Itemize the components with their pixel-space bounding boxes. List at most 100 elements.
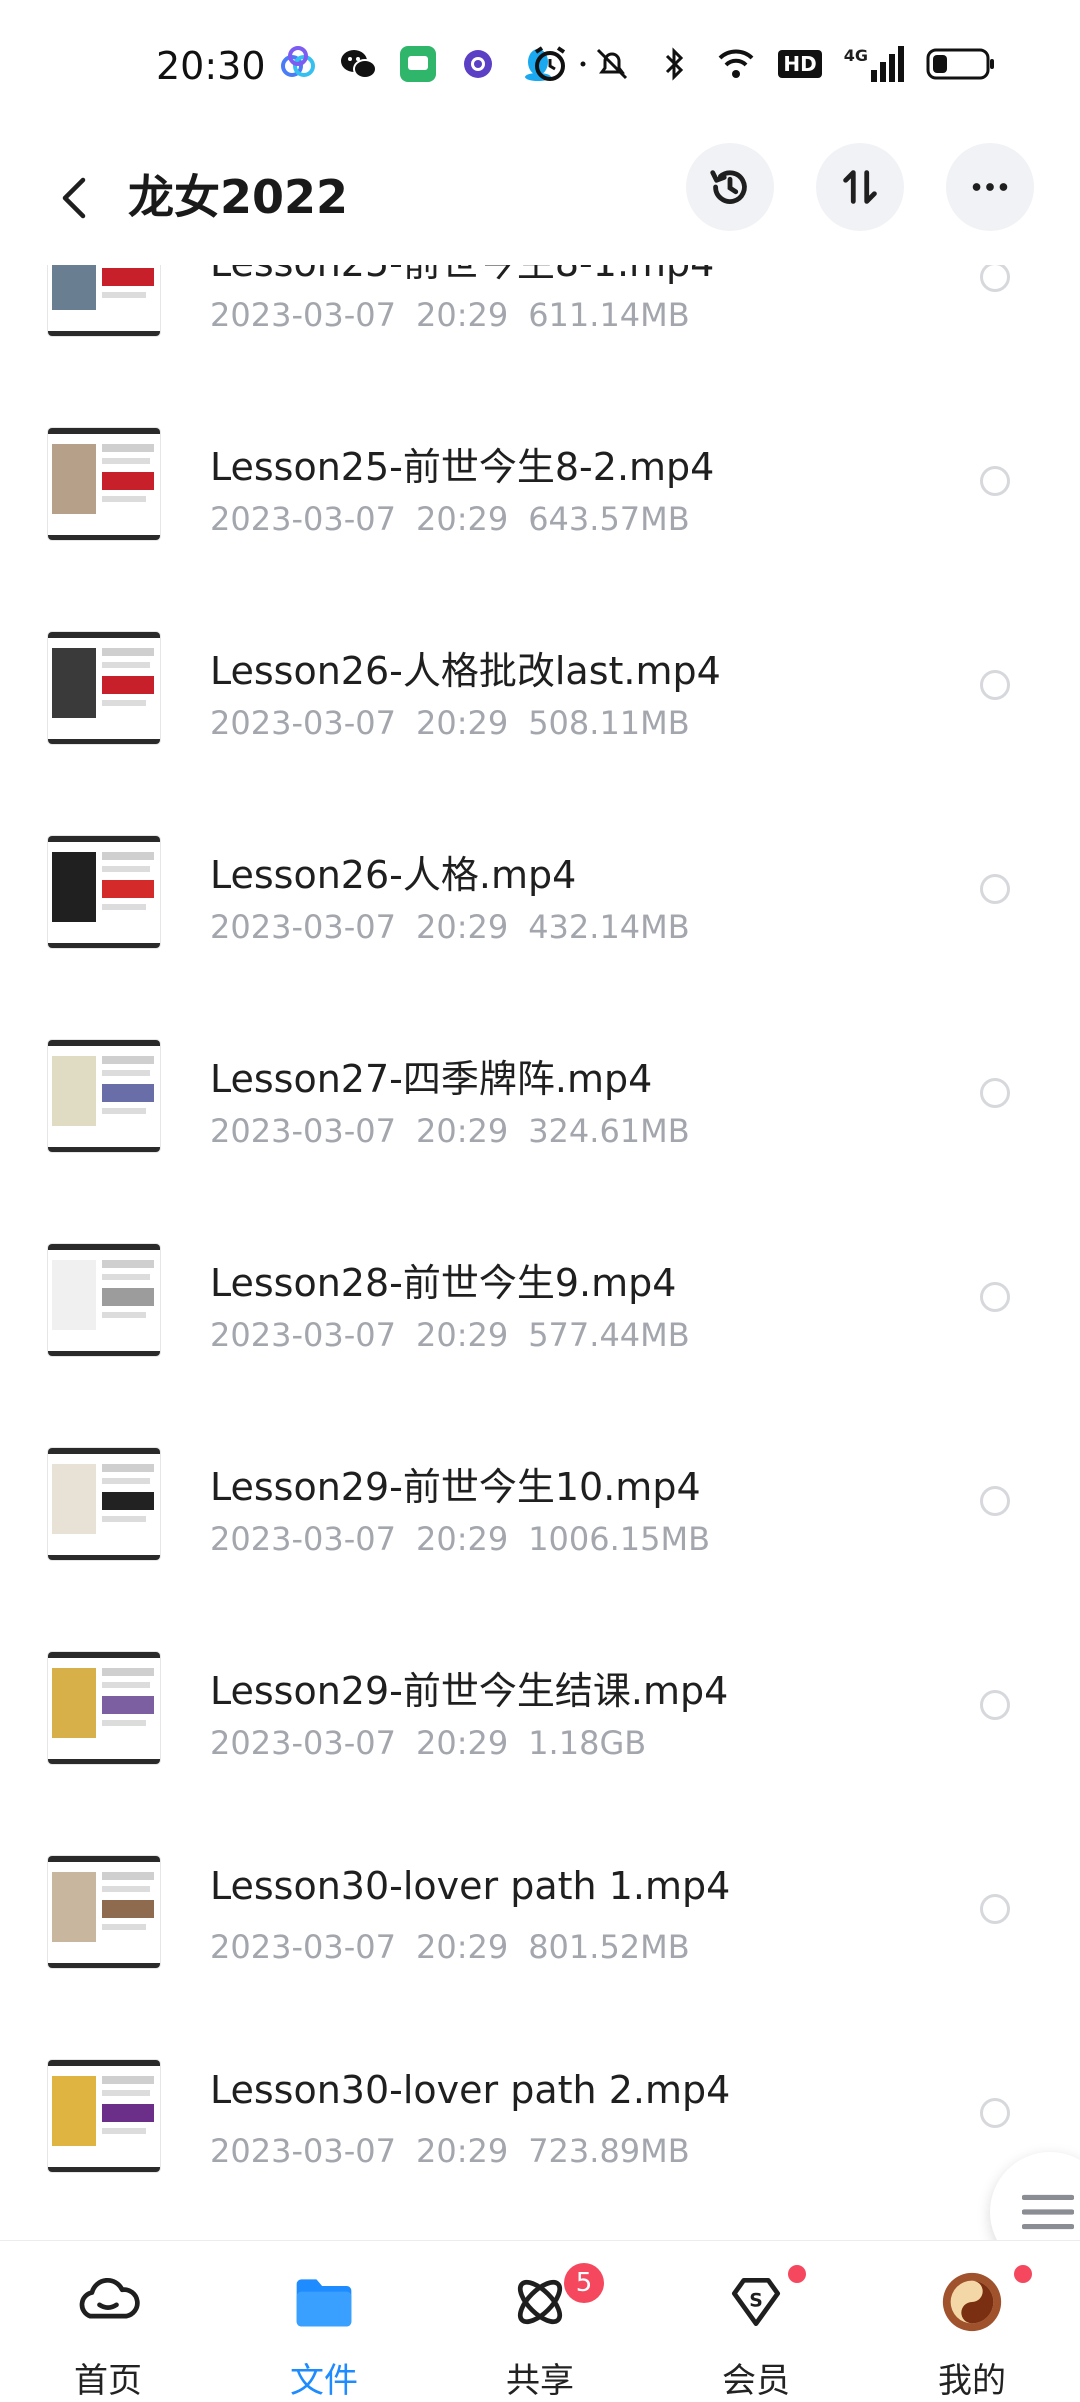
nav-share[interactable]: 5 共享	[432, 2241, 648, 2401]
file-time: 20:29	[415, 1520, 509, 1558]
nav-share-label: 共享	[506, 2361, 574, 2401]
file-row[interactable]: Lesson26-人格批改last.mp4 2023-03-07 20:29 508.…	[0, 586, 1080, 790]
chevron-left-icon	[62, 177, 86, 219]
file-name: Lesson27-四季牌阵.mp4	[210, 1057, 653, 1101]
nav-files-label: 文件	[290, 2361, 358, 2401]
file-date: 2023-03-07	[210, 1928, 396, 1966]
file-row[interactable]: Lesson28-前世今生9.mp4 2023-03-07 20:29 577.44M…	[0, 1198, 1080, 1402]
file-list-inner: Lesson25-前世今生8-1.mp4 2023-03-07 20:29 611.1…	[0, 265, 1080, 2218]
file-meta: 2023-03-07 20:29 432.14MB	[210, 908, 710, 946]
file-size: 577.44MB	[528, 1316, 690, 1354]
file-size: 432.14MB	[528, 908, 690, 946]
file-size: 723.89MB	[528, 2132, 690, 2170]
nav-files[interactable]: 文件	[216, 2241, 432, 2401]
mine-dot	[1014, 2265, 1032, 2283]
select-radio[interactable]	[980, 265, 1010, 292]
file-row[interactable]: Lesson27-四季牌阵.mp4 2023-03-07 20:29 324.61MB	[0, 994, 1080, 1198]
file-time: 20:29	[415, 2132, 509, 2170]
file-size: 643.57MB	[528, 500, 690, 538]
menu-lines-icon	[1022, 2194, 1074, 2230]
file-name: Lesson30-lover path 2.mp4	[210, 2068, 731, 2112]
file-date: 2023-03-07	[210, 1520, 396, 1558]
select-radio[interactable]	[980, 1690, 1010, 1720]
nav-mine[interactable]: 我的	[864, 2241, 1080, 2401]
file-meta: 2023-03-07 20:29 1.18GB	[210, 1724, 666, 1762]
more-icon	[972, 183, 1008, 191]
select-radio[interactable]	[980, 1282, 1010, 1312]
file-date: 2023-03-07	[210, 1112, 396, 1150]
file-date: 2023-03-07	[210, 500, 396, 538]
home-cloud-icon	[73, 2267, 143, 2337]
select-radio[interactable]	[980, 670, 1010, 700]
nav-member-label: 会员	[722, 2361, 790, 2401]
bottom-nav: 首页 文件 5 共享 S 会员 我的	[0, 2240, 1080, 2401]
file-meta: 2023-03-07 20:29 577.44MB	[210, 1316, 710, 1354]
file-time: 20:29	[415, 1316, 509, 1354]
status-bar: 20:30 HD 4G	[0, 0, 1080, 135]
system-icons: HD 4G	[530, 44, 996, 84]
file-row[interactable]: Lesson30-lover path 2.mp4 2023-03-07 20:29…	[0, 2014, 1080, 2218]
file-list[interactable]: Lesson25-前世今生8-1.mp4 2023-03-07 20:29 611.1…	[0, 265, 1080, 2240]
file-date: 2023-03-07	[210, 1724, 396, 1762]
file-row[interactable]: Lesson29-前世今生结课.mp4 2023-03-07 20:29 1.18GB	[0, 1606, 1080, 1810]
file-date: 2023-03-07	[210, 704, 396, 742]
file-size: 1006.15MB	[528, 1520, 711, 1558]
signal-4g-icon: 4G	[844, 46, 904, 82]
file-row[interactable]: Lesson25-前世今生8-2.mp4 2023-03-07 20:29 643.5…	[0, 382, 1080, 586]
sort-icon	[843, 170, 877, 204]
history-icon	[710, 170, 747, 204]
header: 龙女2022	[0, 135, 1080, 265]
file-row[interactable]: Lesson25-前世今生8-1.mp4 2023-03-07 20:29 611.1…	[0, 265, 1080, 382]
video-thumbnail	[48, 1448, 160, 1560]
file-meta: 2023-03-07 20:29 1006.15MB	[210, 1520, 730, 1558]
bluetooth-icon	[666, 47, 684, 81]
file-name: Lesson29-前世今生结课.mp4	[210, 1669, 729, 1713]
file-name: Lesson28-前世今生9.mp4	[210, 1261, 677, 1305]
file-time: 20:29	[415, 500, 509, 538]
file-row[interactable]: Lesson26-人格.mp4 2023-03-07 20:29 432.14MB	[0, 790, 1080, 994]
file-size: 324.61MB	[528, 1112, 690, 1150]
more-button[interactable]	[946, 143, 1034, 231]
nav-member[interactable]: S 会员	[648, 2241, 864, 2401]
file-date: 2023-03-07	[210, 1316, 396, 1354]
wifi-icon	[719, 49, 754, 78]
select-radio[interactable]	[980, 1486, 1010, 1516]
chat-app-icon	[400, 46, 436, 82]
select-radio[interactable]	[980, 874, 1010, 904]
file-name: Lesson25-前世今生8-1.mp4	[210, 265, 714, 287]
video-thumbnail	[48, 1856, 160, 1968]
video-thumbnail	[48, 265, 160, 336]
file-meta: 2023-03-07 20:29 643.57MB	[210, 500, 710, 538]
file-row[interactable]: Lesson30-lover path 1.mp4 2023-03-07 20:29…	[0, 1810, 1080, 2014]
video-thumbnail	[48, 1040, 160, 1152]
page-title: 龙女2022	[128, 170, 349, 224]
video-thumbnail	[48, 428, 160, 540]
network-label: 4G	[843, 46, 868, 65]
hd-icon: HD	[778, 50, 822, 78]
nav-mine-label: 我的	[938, 2361, 1006, 2401]
file-size: 508.11MB	[528, 704, 690, 742]
sort-button[interactable]	[816, 143, 904, 231]
file-time: 20:29	[415, 1724, 509, 1762]
file-date: 2023-03-07	[210, 296, 396, 334]
nav-home[interactable]: 首页	[0, 2241, 216, 2401]
file-meta: 2023-03-07 20:29 723.89MB	[210, 2132, 710, 2170]
file-meta: 2023-03-07 20:29 801.52MB	[210, 1928, 710, 1966]
file-row[interactable]: Lesson29-前世今生10.mp4 2023-03-07 20:29 1006.1…	[0, 1402, 1080, 1606]
file-time: 20:29	[415, 908, 509, 946]
file-date: 2023-03-07	[210, 2132, 396, 2170]
baidu-cloud-icon	[281, 46, 315, 77]
back-button[interactable]	[46, 163, 102, 233]
select-radio[interactable]	[980, 2098, 1010, 2128]
history-button[interactable]	[686, 143, 774, 231]
nav-home-label: 首页	[74, 2361, 142, 2401]
file-date: 2023-03-07	[210, 908, 396, 946]
select-radio[interactable]	[980, 1894, 1010, 1924]
file-size: 611.14MB	[528, 296, 690, 334]
browser-icon	[464, 50, 492, 78]
select-radio[interactable]	[980, 466, 1010, 496]
file-size: 801.52MB	[528, 1928, 690, 1966]
avatar	[937, 2267, 1007, 2337]
select-radio[interactable]	[980, 1078, 1010, 1108]
share-badge: 5	[564, 2263, 604, 2303]
